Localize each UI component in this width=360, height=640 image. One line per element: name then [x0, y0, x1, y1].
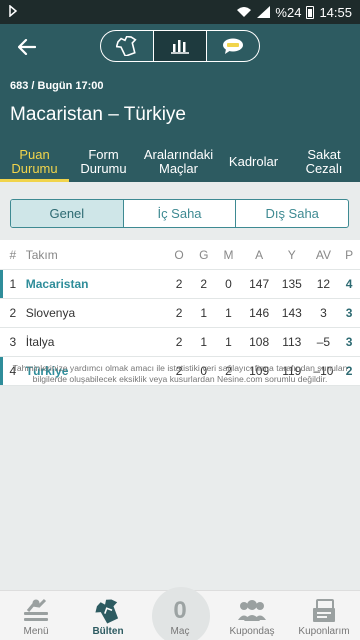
row-y: 113 — [282, 335, 302, 349]
row-p: 4 — [345, 277, 353, 291]
status-bar: %24 14:55 — [0, 0, 360, 24]
top-bar — [0, 24, 360, 70]
view-switcher — [100, 30, 260, 62]
header-g: G — [199, 247, 209, 262]
row-av: –5 — [316, 335, 331, 349]
table-row[interactable]: 1 Macaristan 2 2 0 147 135 12 4 — [0, 270, 360, 299]
signal-icon — [257, 6, 271, 18]
segment-jersey[interactable] — [101, 31, 153, 61]
row-p: 3 — [345, 335, 353, 349]
row-m: 1 — [225, 306, 232, 320]
row-m: 0 — [225, 277, 232, 291]
header-av: AV — [315, 247, 331, 262]
segment-chat[interactable] — [206, 31, 259, 61]
row-av: 12 — [316, 277, 331, 291]
status-left — [8, 3, 236, 20]
row-team: Slovenya — [25, 306, 76, 320]
nav-kuponodas-label: Kupondaş — [229, 626, 275, 637]
row-rank: 3 — [9, 335, 17, 349]
bottom-nav: Menü Bülten 0 Maç Kupondaş Kuponlarım — [0, 587, 360, 640]
chat-icon — [223, 38, 243, 54]
users-group-icon — [238, 600, 266, 621]
nav-bulten-label: Bülten — [92, 626, 124, 637]
row-a: 108 — [249, 335, 270, 349]
row-rank: 2 — [9, 306, 17, 320]
battery-icon — [306, 5, 315, 19]
row-o: 2 — [175, 335, 183, 349]
filter-ic-saha[interactable]: İç Saha — [122, 200, 236, 227]
venue-filter: Genel İç Saha Dış Saha — [10, 199, 349, 228]
match-info: 683 / Bugün 17:00 — [10, 80, 104, 92]
menu-icon — [24, 598, 48, 621]
filter-dis-saha[interactable]: Dış Saha — [235, 200, 348, 227]
stats-chart-icon — [171, 40, 189, 54]
status-time: 14:55 — [319, 4, 352, 20]
table-row[interactable]: 3 İtalya 2 1 1 108 113 –5 3 — [0, 328, 360, 357]
row-a: 147 — [249, 277, 270, 291]
tab-aralarindaki-maclar[interactable]: Aralarındaki Maçlar — [138, 142, 219, 182]
nav-mac[interactable]: 0 Maç — [144, 587, 216, 640]
row-g: 2 — [200, 277, 208, 291]
row-p: 3 — [345, 306, 353, 320]
row-team: Macaristan — [25, 277, 89, 291]
header-p: P — [345, 247, 354, 262]
mac-count: 0 — [173, 597, 187, 624]
back-arrow-icon — [18, 39, 36, 55]
battery-percent: %24 — [275, 4, 302, 20]
coupons-icon — [313, 599, 335, 622]
table-row[interactable]: 2 Slovenya 2 1 1 146 143 3 3 — [0, 299, 360, 328]
segment-stats[interactable] — [153, 31, 206, 61]
row-g: 1 — [200, 335, 208, 349]
nav-kuponlarim[interactable]: Kuponlarım — [288, 591, 360, 640]
row-team: İtalya — [25, 335, 55, 349]
row-o: 2 — [175, 277, 183, 291]
row-y: 143 — [281, 306, 302, 320]
row-o: 2 — [175, 306, 183, 320]
wifi-icon — [237, 7, 252, 17]
back-button[interactable] — [12, 33, 42, 61]
row-av: 3 — [320, 306, 327, 320]
nav-bulten[interactable]: Bülten — [72, 591, 144, 640]
tab-puan-durumu[interactable]: Puan Durumu — [0, 142, 69, 182]
match-title: Macaristan – Türkiye — [10, 104, 186, 125]
nav-kuponodas[interactable]: Kupondaş — [216, 591, 288, 640]
header-m: M — [223, 247, 234, 262]
header-y: Y — [287, 247, 296, 262]
notification-icon — [9, 3, 18, 18]
header-a: A — [255, 247, 264, 262]
row-m: 1 — [225, 335, 232, 349]
tab-kadrolar[interactable]: Kadrolar — [219, 142, 288, 182]
jersey-icon — [116, 36, 137, 56]
header-team: Takım — [25, 247, 58, 262]
tab-form-durumu[interactable]: Form Durumu — [69, 142, 138, 182]
stats-tabs: Puan Durumu Form Durumu Aralarındaki Maç… — [0, 142, 360, 182]
nav-mac-label: Maç — [170, 626, 190, 637]
row-g: 1 — [200, 306, 208, 320]
header-o: O — [174, 247, 184, 262]
row-rank: 1 — [9, 277, 17, 291]
nav-menu-label: Menü — [23, 626, 49, 637]
row-a: 146 — [249, 306, 270, 320]
disclaimer-text: Tahminlerinize yardımcı olmak amacı ile … — [12, 363, 348, 384]
header-num: # — [9, 247, 17, 262]
row-y: 135 — [281, 277, 302, 291]
filter-genel[interactable]: Genel — [11, 200, 123, 227]
table-header: # Takım O G M A Y AV P — [0, 240, 360, 270]
tab-sakat-cezali[interactable]: Sakat Cezalı — [288, 142, 360, 182]
bulletin-jersey-icon — [95, 599, 119, 624]
match-header: 683 / Bugün 17:00 Macaristan – Türkiye P… — [0, 24, 360, 182]
nav-kuponlarim-label: Kuponlarım — [298, 626, 350, 637]
nav-menu[interactable]: Menü — [0, 591, 72, 640]
